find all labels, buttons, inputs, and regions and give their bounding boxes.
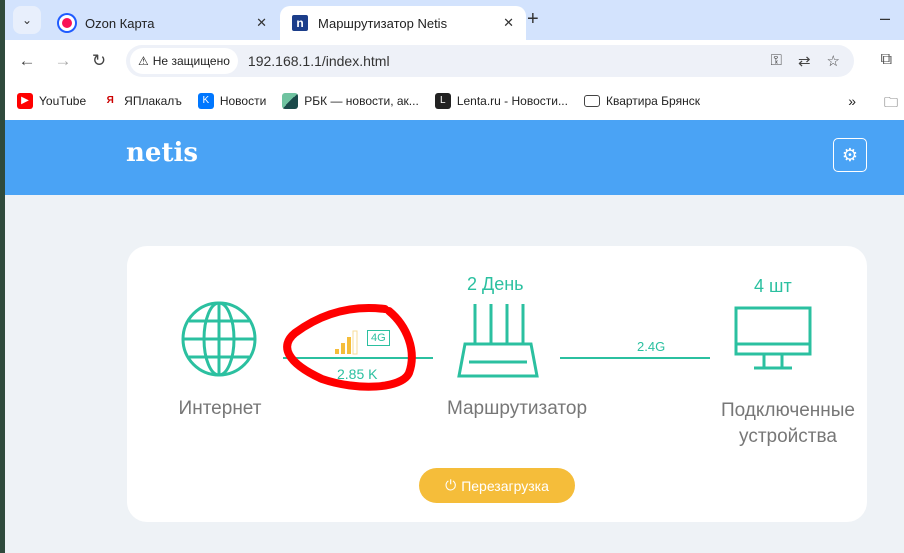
browser-window: ⌄ Ozon Карта ✕ n Маршрутизатор Netis ✕ +…: [5, 0, 904, 553]
minimize-button[interactable]: –: [880, 8, 890, 29]
rbc-icon: [282, 93, 299, 109]
bookmark-rbc[interactable]: РБК — новости, ак...: [282, 93, 419, 109]
page-header: netis ⚙: [5, 120, 904, 195]
bookmark-label: Квартира Брянск: [605, 94, 700, 108]
close-tab-icon[interactable]: ✕: [503, 15, 514, 31]
ozon-icon: [59, 15, 75, 31]
netis-icon: n: [292, 15, 308, 31]
bookmark-vk[interactable]: K Новости: [197, 93, 267, 109]
bookmark-label: ЯПлакалъ: [124, 94, 182, 108]
tab-search-button[interactable]: ⌄: [13, 6, 41, 34]
folder-icon: [583, 95, 600, 107]
security-label: Не защищено: [152, 54, 230, 68]
bookmark-label: Новости: [219, 94, 267, 108]
yaplakal-icon: Я: [102, 93, 119, 109]
bookmark-label: Lenta.ru - Новости...: [456, 94, 568, 108]
all-bookmarks-icon[interactable]: 🗀: [884, 92, 898, 116]
reload-icon[interactable]: ↻: [81, 51, 117, 71]
tab-title: Ozon Карта: [85, 15, 155, 31]
devices-label: Подключенные устройства: [720, 400, 855, 447]
key-icon[interactable]: ⚿: [771, 52, 782, 70]
bookmark-lenta[interactable]: L Lenta.ru - Новости...: [434, 93, 568, 109]
wifi-link-line: [560, 357, 710, 359]
router-label: Маршрутизатор: [446, 398, 588, 419]
url-text[interactable]: 192.168.1.1/index.html: [248, 53, 390, 69]
globe-icon: [181, 301, 257, 377]
monitor-icon: [734, 306, 812, 370]
reboot-label: Перезагрузка: [461, 477, 549, 494]
bookmark-label: YouTube: [39, 94, 87, 108]
vk-icon: K: [197, 93, 214, 109]
tab-title: Маршрутизатор Netis: [318, 15, 448, 31]
reboot-button[interactable]: ⏻ Перезагрузка: [419, 468, 575, 503]
bookmark-youtube[interactable]: ▶ YouTube: [17, 93, 86, 109]
more-bookmarks-icon[interactable]: »: [848, 93, 856, 109]
forward-icon[interactable]: →: [45, 51, 81, 71]
warning-icon: ⚠: [138, 54, 149, 68]
status-card: Интернет 4G 2.85 K 2 День Маршрутизатор …: [127, 246, 867, 522]
close-tab-icon[interactable]: ✕: [256, 15, 267, 31]
bookmark-label: РБК — новости, ак...: [304, 94, 419, 108]
bookmarks-bar: ▶ YouTube Я ЯПлакалъ K Новости РБК — новост…: [5, 82, 904, 120]
red-annotation-circle: [283, 304, 416, 391]
tab-ozon[interactable]: Ozon Карта ✕: [47, 6, 279, 40]
lenta-icon: L: [434, 93, 451, 109]
router-icon: [457, 304, 539, 378]
wifi-band-label: 2.4G: [637, 339, 666, 354]
bookmark-folder[interactable]: Квартира Брянск: [583, 94, 700, 108]
internet-label: Интернет: [178, 398, 262, 419]
star-icon[interactable]: ☆: [827, 52, 840, 70]
settings-gear-icon[interactable]: ⚙: [833, 138, 867, 172]
toolbar: ← → ↻ ⚠ Не защищено 192.168.1.1/index.htm…: [5, 40, 904, 82]
power-icon: ⏻: [445, 477, 457, 493]
uptime-value: 2 День: [467, 274, 524, 294]
netis-logo: netis: [126, 138, 198, 168]
bookmark-yaplakal[interactable]: Я ЯПлакалъ: [102, 93, 182, 109]
address-bar[interactable]: ⚠ Не защищено 192.168.1.1/index.html ⚿ ⇄ …: [126, 45, 854, 77]
translate-icon[interactable]: ⇄: [798, 52, 811, 70]
extensions-icon[interactable]: ⧉: [881, 51, 892, 69]
back-icon[interactable]: ←: [9, 51, 45, 71]
devices-count: 4 шт: [754, 276, 792, 296]
new-tab-button[interactable]: +: [527, 8, 539, 31]
youtube-icon: ▶: [17, 93, 33, 109]
tab-netis[interactable]: n Маршрутизатор Netis ✕: [280, 6, 526, 40]
security-indicator[interactable]: ⚠ Не защищено: [130, 48, 238, 74]
tab-bar: ⌄ Ozon Карта ✕ n Маршрутизатор Netis ✕ +…: [5, 0, 904, 40]
